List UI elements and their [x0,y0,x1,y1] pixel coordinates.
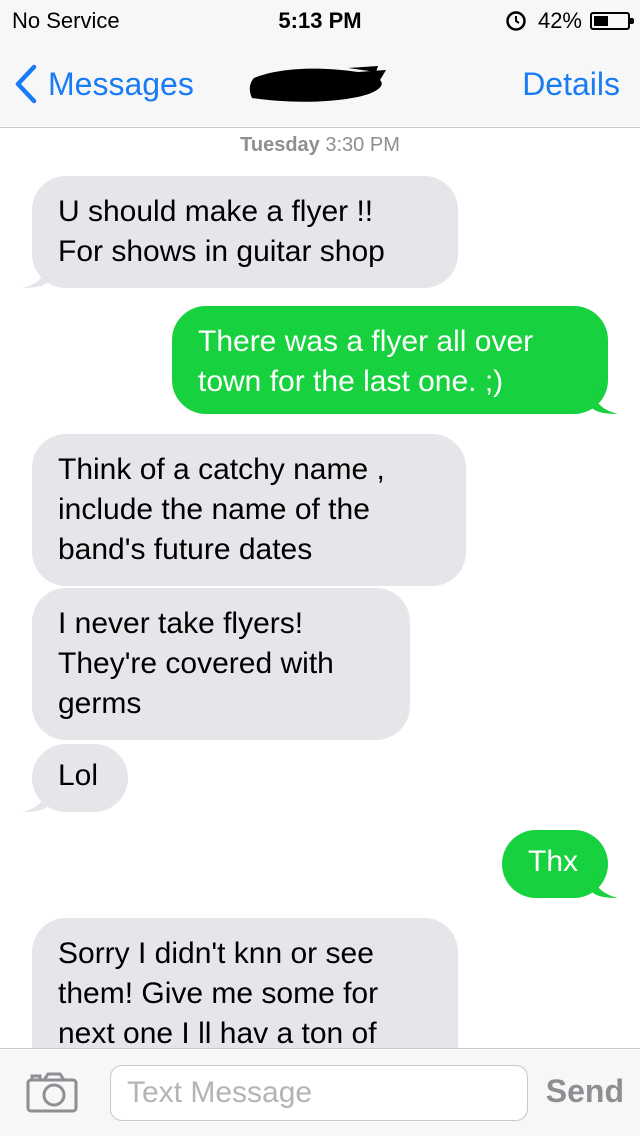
message-line: U should make a flyer !! [58,195,374,228]
incoming-message-bubble[interactable]: I never take flyers! They're covered wit… [32,588,410,740]
status-indicators: 42% [506,8,634,34]
back-button-label: Messages [48,65,194,102]
message-line: Sorry I didn't knn or see [58,937,374,970]
back-button[interactable]: Messages [14,60,194,108]
message-input-bar: Send [0,1048,640,1136]
battery-percent: 42% [537,8,582,33]
send-button[interactable]: Send [546,1073,624,1110]
message-line: I never take flyers! [58,607,304,640]
camera-icon[interactable] [26,1071,78,1113]
incoming-message-bubble[interactable]: U should make a flyer !! For shows in gu… [22,176,458,288]
bubble-tail [592,388,618,414]
message-line: next one I ll hav a ton of [58,1017,377,1048]
conversation-thread[interactable]: Tuesday 3:30 PM U should make a flyer !!… [0,128,640,1048]
timestamp-time: 3:30 PM [325,134,400,156]
bubble-tail [592,872,618,898]
navigation-bar: Messages Details [0,40,640,128]
message-line: include the name of the [58,493,370,526]
contact-name-redaction[interactable] [248,64,390,106]
message-line: Think of a catchy name , [58,453,385,486]
message-line: For shows in guitar shop [58,235,385,268]
timestamp-day: Tuesday [240,134,320,156]
incoming-message-bubble[interactable]: Sorry I didn't knn or see them! Give me … [32,918,458,1048]
bubble-tail [22,262,48,288]
text-message-input[interactable] [110,1065,528,1121]
alarm-icon [506,11,526,31]
message-line: town for the last one. ;) [198,365,504,398]
status-bar: No Service 5:13 PM 42% [0,0,640,40]
message-line: They're covered with [58,647,334,680]
message-line: germs [58,687,142,720]
incoming-message-bubble[interactable]: Lol [22,744,128,812]
conversation-timestamp: Tuesday 3:30 PM [0,134,640,157]
outgoing-message-bubble[interactable]: There was a flyer all over town for the … [172,306,618,414]
chevron-left-icon [15,64,37,104]
message-line: Thx [528,845,579,878]
message-line: There was a flyer all over [198,325,534,358]
outgoing-message-bubble[interactable]: Thx [502,830,618,898]
incoming-message-bubble[interactable]: Think of a catchy name , include the nam… [32,434,466,586]
message-line: them! Give me some for [58,977,379,1010]
bubble-tail [22,786,48,812]
details-button[interactable]: Details [522,66,620,103]
message-line: band's future dates [58,533,313,566]
message-line: Lol [58,759,99,792]
battery-icon [590,12,634,30]
